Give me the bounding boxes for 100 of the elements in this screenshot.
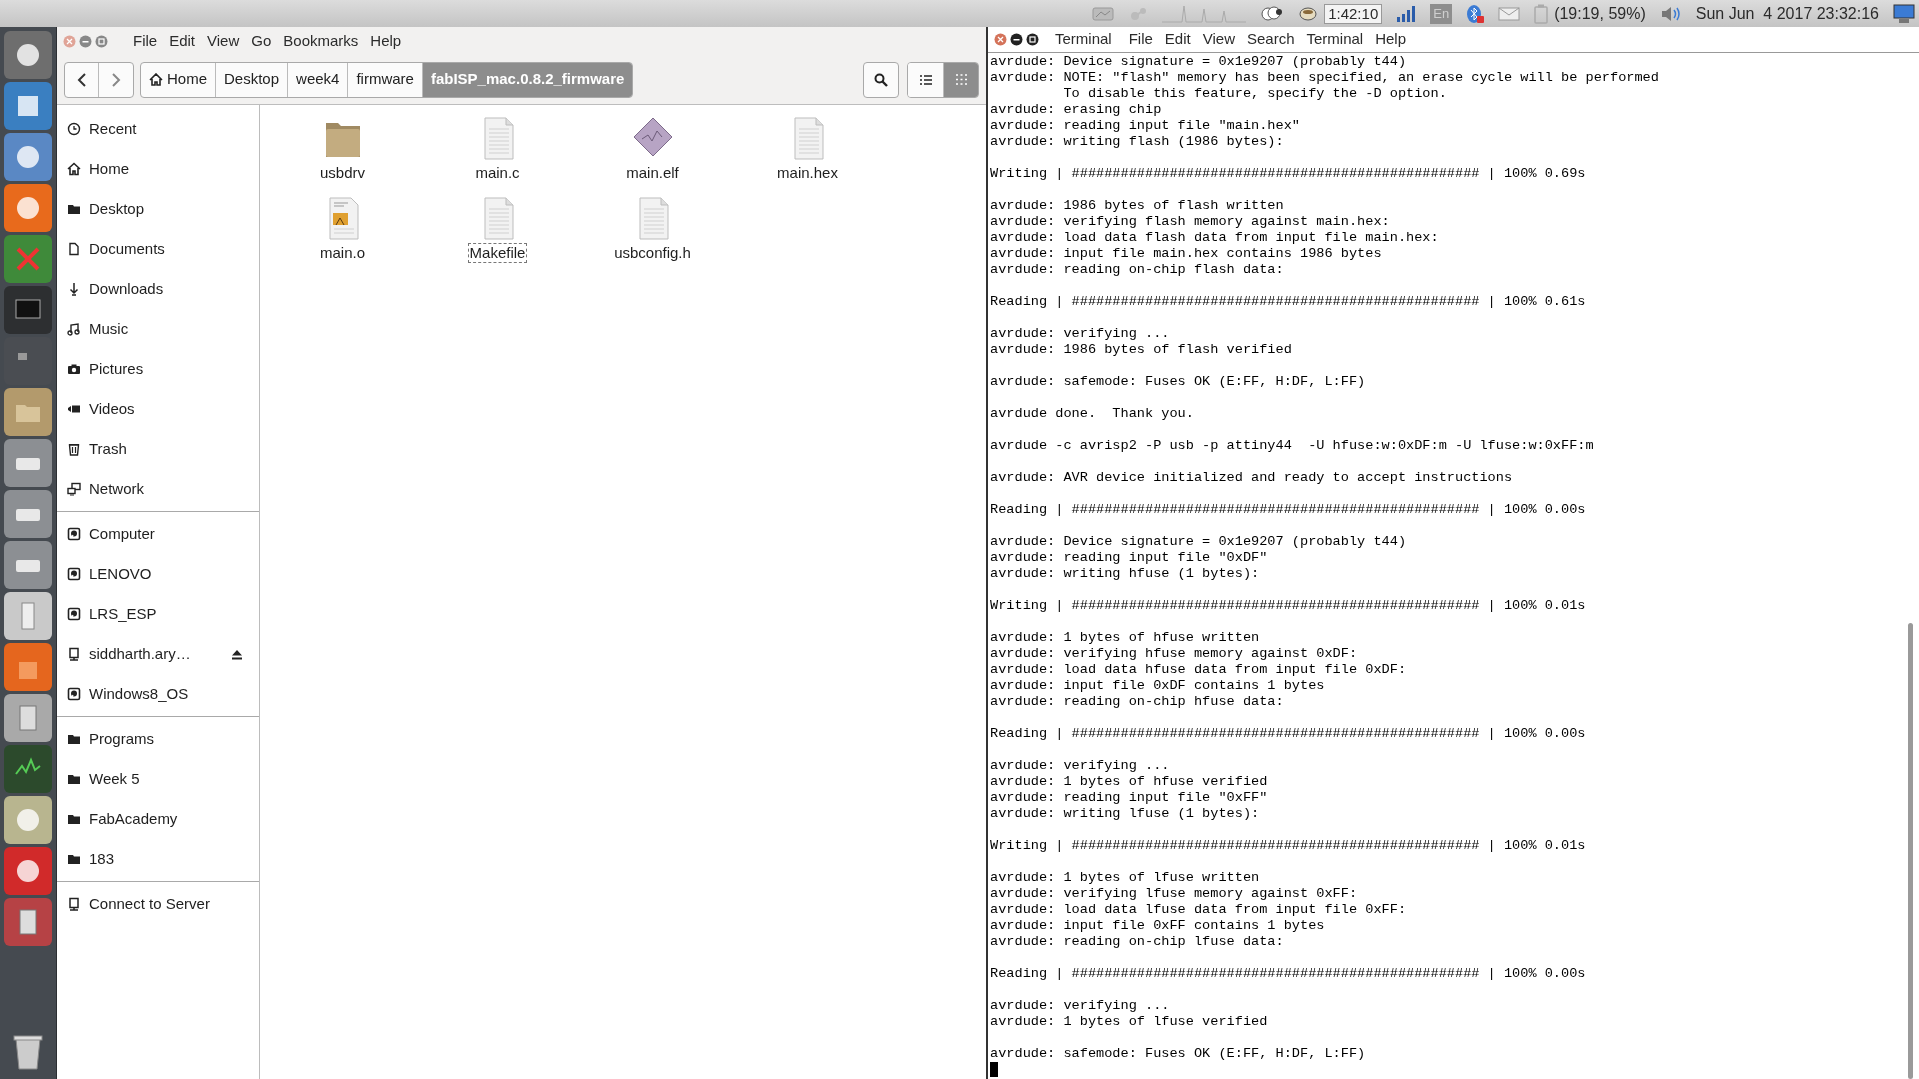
sidebar-item[interactable]: siddharth.ary… [57,634,259,674]
date-time-text[interactable]: Sun Jun 4 2017 23:32:16 [1695,1,1879,26]
terminal-line: avrdude: input file main.hex contains 1986 bytes [990,246,1383,262]
menu-item[interactable]: Terminal [1305,28,1365,51]
file-name[interactable]: main.elf [624,163,681,183]
sidebar-item[interactable]: Music [57,309,259,349]
scrollbar[interactable] [1908,623,1913,1079]
path-button[interactable]: week4 [287,62,348,97]
sidebar-item[interactable]: Documents [57,229,259,269]
terminal-line: avrdude: reading on-chip hfuse data: [990,694,1285,710]
file-name[interactable]: usbdrv [318,163,367,183]
home-icon [149,73,163,86]
menu-item[interactable]: Bookmarks [282,29,360,53]
terminal-line: avrdude: safemode: Fuses OK (E:FF, H:DF, L:FF) [990,374,1367,390]
terminal-line: avrdude -c avrisp2 -P usb -p attiny44 -U hfuse:w:0xDF:m -U lfuse:w:0xFF:m [990,438,1595,454]
sidebar-item[interactable]: Downloads [57,269,259,309]
speaker-icon [1659,4,1682,23]
terminal-line: Reading | ################################################## | 100% 0.00s [990,502,1587,518]
launcher-app-icon[interactable] [4,694,52,742]
terminal-line: avrdude: safemode: Fuses OK (E:FF, H:DF, L:FF) [990,1046,1367,1062]
terminal-line: avrdude: verifying ... [990,998,1171,1014]
sidebar-item[interactable]: 183 [57,839,259,879]
menu-item[interactable]: Edit [168,29,197,53]
terminal-line: avrdude: verifying hfuse memory against 0xDF: [990,646,1359,662]
close-icon[interactable] [63,34,76,48]
sidebar-item-label: Videos [89,398,136,419]
menu-item[interactable]: View [1201,28,1236,51]
music-note-icon [67,322,81,336]
terminal-line: avrdude: reading input file "0xFF" [990,790,1269,806]
sidebar-item[interactable]: Trash [57,429,259,469]
sidebar-item[interactable]: Network [57,469,259,509]
launcher-app-icon[interactable] [4,31,52,79]
menu-item[interactable]: Go [250,29,273,53]
sidebar-item[interactable]: LRS_ESP [57,594,259,634]
file-name[interactable]: usbconfig.h [612,243,693,263]
sidebar-item[interactable]: LENOVO [57,554,259,594]
terminal-line: avrdude: input file 0xFF contains 1 bytes [990,918,1326,934]
launcher-app-icon[interactable] [4,184,52,232]
terminal-line: Writing | ################################################## | 100% 0.01s [990,838,1587,854]
launcher-app-icon[interactable] [4,337,52,385]
sidebar-item-label: Week 5 [89,768,141,789]
sidebar-item[interactable]: Pictures [57,349,259,389]
sidebar-item[interactable]: Programs [57,719,259,759]
terminal-line: avrdude: load data flash data from input file main.hex: [990,230,1440,246]
minimize-icon[interactable] [1010,33,1023,46]
path-button[interactable]: Desktop [215,62,288,97]
menu-item[interactable]: Help [1374,28,1408,51]
maximize-icon[interactable] [1026,33,1039,46]
file-name[interactable]: Makefile [467,243,528,263]
path-button[interactable]: firmware [347,62,422,97]
menu-item[interactable]: File [1127,28,1154,51]
launcher-app-icon[interactable] [4,745,52,793]
sidebar-item[interactable]: Week 5 [57,759,259,799]
file-name[interactable]: main.hex [775,163,840,183]
grid-icon [955,74,967,85]
list-view-button[interactable] [908,62,943,97]
menu-item[interactable]: Search [1245,28,1296,51]
terminal-line: avrdude: reading on-chip flash data: [990,262,1285,278]
file-name[interactable]: main.o [318,243,367,263]
sidebar-item[interactable]: Home [57,149,259,189]
sidebar-item[interactable]: Desktop [57,189,259,229]
sidebar-item[interactable]: Recent [57,109,259,149]
launcher-app-icon[interactable] [4,82,52,130]
terminal-line: avrdude: 1 bytes of hfuse verified [990,774,1269,790]
terminal-line: avrdude: reading input file "main.hex" [990,118,1301,134]
sidebar-item-label: LRS_ESP [89,603,158,624]
menu-item[interactable]: View [206,29,241,53]
menu-item[interactable]: Edit [1163,28,1192,51]
path-button[interactable]: Home [141,62,215,97]
sidebar-item[interactable]: Computer [57,514,259,554]
launcher-app-icon[interactable] [4,898,52,946]
launcher-app-icon[interactable] [4,592,52,640]
terminal-line: Reading | ################################################## | 100% 0.00s [990,726,1587,742]
terminal-line: avrdude: Device signature = 0x1e9207 (probably t44) [990,534,1408,550]
search-button[interactable] [863,61,899,98]
launcher-app-icon[interactable] [4,541,52,589]
folder-icon [67,772,81,786]
terminal-line: avrdude: 1 bytes of lfuse verified [990,1014,1269,1030]
sidebar-item[interactable]: FabAcademy [57,799,259,839]
menu-item[interactable]: Help [369,29,403,53]
terminal-line: avrdude: verifying lfuse memory against 0xFF: [990,886,1359,902]
launcher-app-icon[interactable] [4,286,52,334]
sidebar-item-label: Downloads [89,278,165,299]
sidebar-item[interactable]: Windows8_OS [57,674,259,714]
terminal-line: avrdude: 1 bytes of lfuse written [990,870,1261,886]
launcher-app-icon[interactable] [4,847,52,895]
file-name[interactable]: main.c [473,163,522,183]
launcher-app-icon[interactable] [4,796,52,844]
terminal-line: avrdude: input file 0xDF contains 1 bytes [990,678,1326,694]
launcher-app-icon[interactable] [4,490,52,538]
signal-icon [1396,4,1417,23]
sidebar-item[interactable]: Videos [57,389,259,429]
terminal-line: avrdude: verifying flash memory against main.hex: [990,214,1391,230]
document-icon [67,242,81,256]
launcher-app-icon[interactable] [4,439,52,487]
menu-item[interactable]: File [132,29,159,53]
launcher-app-icon[interactable] [4,133,52,181]
sidebar-item-label: Pictures [89,358,145,379]
sidebar-item[interactable]: Connect to Server [57,884,259,924]
eject-icon[interactable] [231,648,243,660]
